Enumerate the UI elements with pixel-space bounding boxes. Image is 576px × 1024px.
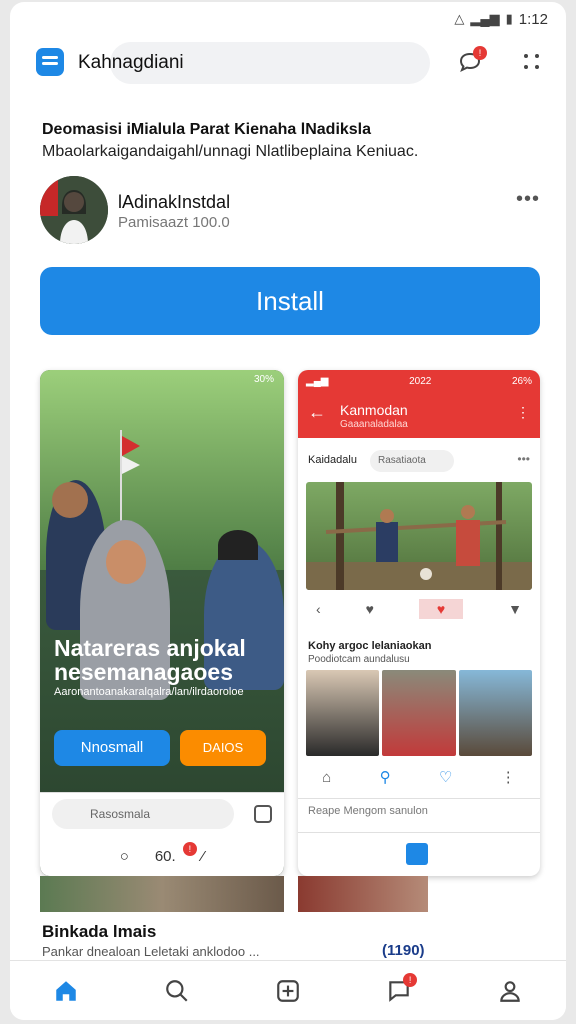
search-icon bbox=[165, 979, 188, 1002]
nav-notifications[interactable]: ! bbox=[379, 971, 419, 1011]
bottom-nav: ! bbox=[10, 960, 566, 1020]
post-user: Kaidadalu bbox=[308, 454, 357, 466]
wifi-icon: △ bbox=[454, 11, 465, 26]
app-avatar bbox=[40, 176, 108, 244]
app-meta: Pamisaazt 100.0 bbox=[118, 214, 230, 231]
comment-icon[interactable]: ○ bbox=[120, 848, 129, 865]
footer-title: Binkada lmais bbox=[42, 922, 157, 941]
nav-add[interactable] bbox=[268, 971, 308, 1011]
compose-field[interactable]: Reape Mengom sanulon bbox=[298, 798, 540, 824]
back-arrow-icon[interactable]: ← bbox=[308, 402, 326, 423]
app-info-row: lAdinakInstdal Pamisaazt 100.0 ••• bbox=[40, 174, 540, 248]
preview-primary-button[interactable]: Nnosmall bbox=[54, 730, 170, 766]
app-logo-icon[interactable] bbox=[36, 48, 64, 76]
install-button[interactable]: Install bbox=[40, 267, 540, 335]
battery-icon: ▮ bbox=[505, 11, 513, 26]
post-search-chip[interactable]: Rasatiaota bbox=[370, 450, 454, 472]
document-icon[interactable] bbox=[406, 843, 428, 865]
chat-icon[interactable]: ! bbox=[458, 46, 487, 74]
home-icon[interactable]: ⌂ bbox=[322, 769, 331, 786]
preview2-bottom bbox=[298, 832, 540, 876]
nav-home[interactable] bbox=[46, 971, 86, 1011]
heart-icon[interactable]: ♥ bbox=[418, 599, 464, 619]
listing-headline: Deomasisi iMialula Parat Kienaha lNadiks… bbox=[42, 121, 372, 138]
top-bar: Kahnagdiani ! bbox=[10, 40, 566, 90]
app-title: lAdinakInstdal bbox=[118, 192, 231, 212]
post-photo[interactable] bbox=[306, 482, 532, 590]
notification-badge: ! bbox=[403, 972, 418, 987]
preview2-title: Kanmodan bbox=[340, 402, 408, 418]
section-title: Kohy argoc lelaniaokan bbox=[308, 640, 432, 652]
preview-title: Natareras anjokal nesemanagaoes bbox=[54, 635, 246, 685]
more-horizontal-icon[interactable]: ••• bbox=[516, 188, 540, 211]
footer-subtitle: Pankar dnealoan Leletaki anklodoo ... bbox=[42, 944, 260, 959]
preview-subtitle: Aaronantoanakaralqalra/lan/ilrdaoroloe bbox=[54, 686, 244, 698]
add-icon bbox=[277, 979, 299, 1002]
home-icon bbox=[55, 980, 76, 1001]
photo-thumb[interactable] bbox=[458, 670, 532, 756]
footer-count: (1190) bbox=[382, 942, 425, 959]
post-reactions: ‹ ♥ ♥ ▼ bbox=[306, 594, 532, 624]
action-count: 60. bbox=[154, 847, 176, 865]
more-dots-icon[interactable] bbox=[522, 52, 542, 72]
preview2-tabs: ⌂ ⚲ ♡ ⋮ bbox=[298, 762, 540, 792]
screenshot-preview-1[interactable]: 30% Natareras anjokal nesemanagaoes Aaro… bbox=[40, 370, 284, 876]
photo-thumb[interactable] bbox=[306, 670, 380, 756]
nav-search[interactable] bbox=[157, 971, 197, 1011]
status-time: 1:12 bbox=[518, 10, 548, 28]
section-subtitle: Poodiotcam aundalusu bbox=[308, 654, 410, 665]
action-badge: ! bbox=[182, 841, 197, 856]
post-more-icon[interactable]: ••• bbox=[517, 452, 530, 466]
bookmark-icon[interactable]: ▼ bbox=[508, 601, 522, 617]
share-icon[interactable] bbox=[254, 805, 272, 823]
post-header: Kaidadalu Rasatiaota ••• bbox=[308, 450, 530, 474]
preview-secondary-button[interactable]: DAIOS bbox=[180, 730, 266, 766]
status-bar: △ ▂▄▆ ▮ 1:12 bbox=[454, 8, 548, 30]
preview-search-input[interactable]: Rasosmala bbox=[52, 799, 234, 829]
chat-badge: ! bbox=[473, 46, 487, 60]
flag-image bbox=[120, 430, 140, 530]
listing-subline: Mbaolarkaigandaigahl/unnagi Nlatlibeplai… bbox=[42, 143, 419, 160]
back-chevron-icon[interactable]: ‹ bbox=[316, 601, 321, 617]
preview2-subtitle: Gaaanaladalaa bbox=[340, 419, 408, 430]
preview-search-panel: Rasosmala ○ 60. ! ⁄ bbox=[40, 792, 284, 876]
menu-icon[interactable]: ⋮ bbox=[516, 404, 530, 421]
preview2-appbar: ← Kanmodan Gaaanaladalaa ⋮ bbox=[298, 392, 540, 438]
preview2-status: ▂▄▆ 2022 26% bbox=[298, 370, 540, 392]
preview-status: 30% bbox=[253, 374, 274, 385]
search-icon[interactable]: ⚲ bbox=[380, 768, 391, 786]
signal-icon: ▂▄▆ bbox=[470, 11, 500, 26]
like-icon[interactable]: ♥ bbox=[366, 601, 374, 617]
nav-profile[interactable] bbox=[490, 971, 530, 1011]
app-screen: △ ▂▄▆ ▮ 1:12 Kahnagdiani ! Deomasisi iMi… bbox=[10, 2, 566, 1020]
screenshot-preview-2[interactable]: ▂▄▆ 2022 26% ← Kanmodan Gaaanaladalaa ⋮ … bbox=[298, 370, 540, 876]
heart-outline-icon[interactable]: ♡ bbox=[439, 768, 452, 786]
edit-icon[interactable]: ⁄ bbox=[202, 848, 205, 865]
photo-thumb[interactable] bbox=[382, 670, 456, 756]
more-vertical-icon[interactable]: ⋮ bbox=[501, 768, 516, 786]
screenshot-strip bbox=[40, 876, 430, 912]
photo-grid bbox=[306, 670, 532, 756]
app-name: Kahnagdiani bbox=[78, 52, 184, 73]
profile-icon bbox=[500, 980, 521, 1002]
